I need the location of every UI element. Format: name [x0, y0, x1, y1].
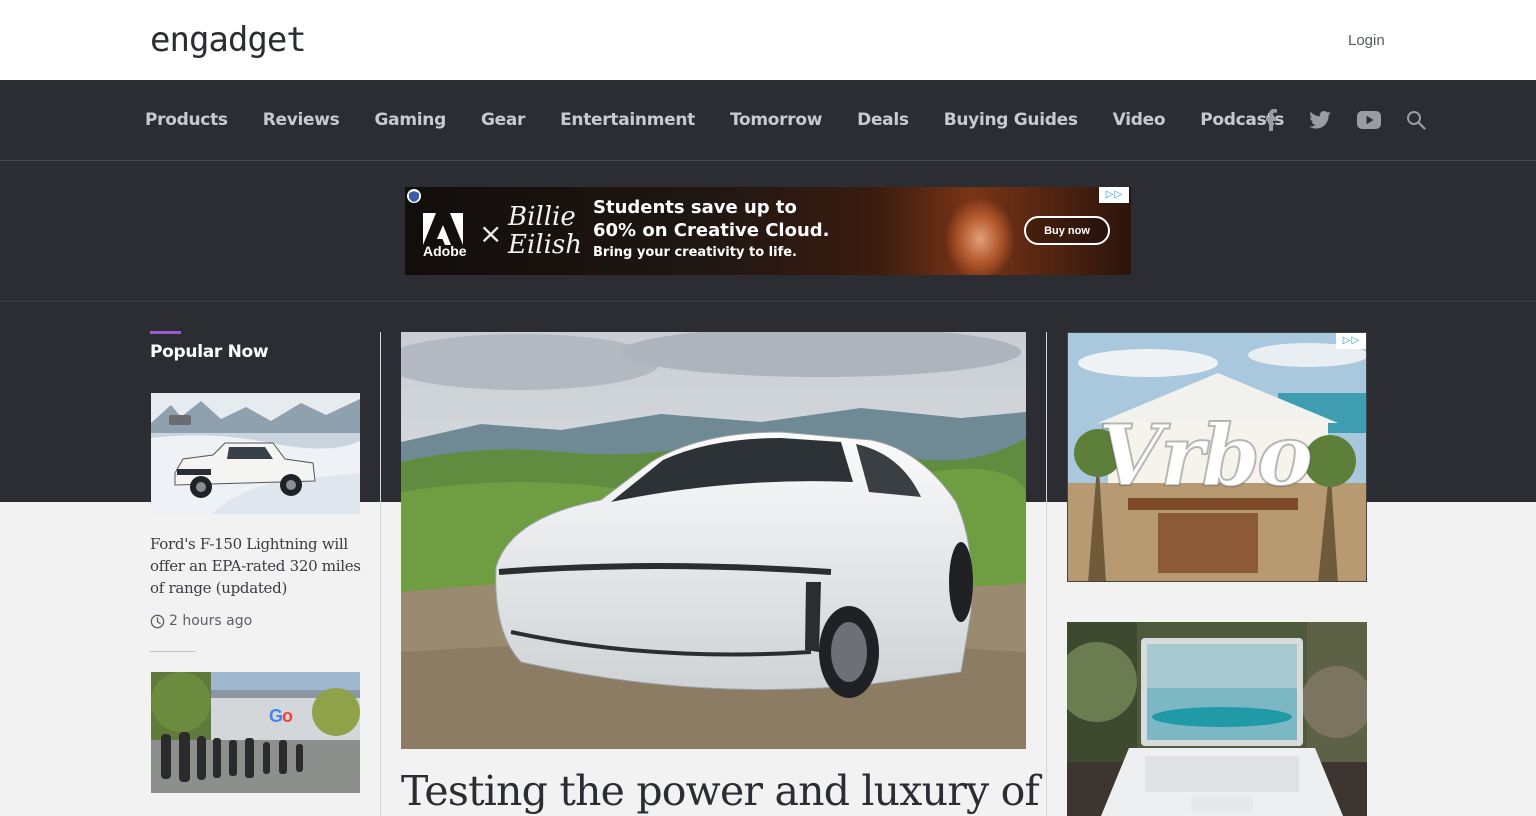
- login-link[interactable]: Login: [1348, 32, 1385, 49]
- nav-item-entertainment[interactable]: Entertainment: [560, 110, 695, 130]
- main-nav: Products Reviews Gaming Gear Entertainme…: [0, 80, 1536, 161]
- facebook-icon[interactable]: [1258, 107, 1284, 133]
- youtube-icon[interactable]: [1356, 107, 1382, 133]
- article-time-text: 2 hours ago: [169, 613, 253, 629]
- ad-headline: Students save up to 60% on Creative Clou…: [593, 196, 830, 242]
- ad-buy-now-button[interactable]: Buy now: [1024, 216, 1110, 245]
- article-title-link[interactable]: Ford's F-150 Lightning will offer an EPA…: [150, 533, 365, 599]
- adchoices-icon-side[interactable]: ▷ ▷: [1336, 333, 1366, 349]
- popular-now-heading: Popular Now: [150, 342, 269, 362]
- ad-collab-x: ×: [479, 217, 503, 250]
- nav-item-deals[interactable]: Deals: [857, 110, 909, 130]
- svg-text:G: G: [269, 706, 283, 726]
- svg-text:o: o: [282, 706, 293, 726]
- search-icon[interactable]: [1403, 107, 1429, 133]
- article-thumbnail-laptop[interactable]: [1067, 622, 1367, 816]
- social-links: [1258, 80, 1429, 160]
- ad-headline-line2: 60% on Creative Cloud.: [593, 220, 830, 241]
- engadget-logo[interactable]: engadget: [150, 21, 307, 59]
- adobe-banner-ad[interactable]: Adobe × Billie Eilish Students save up t…: [405, 187, 1131, 275]
- adchoices-icon[interactable]: ▷ ▷: [1099, 187, 1129, 203]
- nav-item-video[interactable]: Video: [1113, 110, 1166, 130]
- ad-partner: Billie Eilish: [508, 202, 583, 260]
- nav-item-buying-guides[interactable]: Buying Guides: [944, 110, 1078, 130]
- ad-brand: Adobe: [423, 243, 467, 259]
- nav-item-gaming[interactable]: Gaming: [375, 110, 447, 130]
- ad-subline: Bring your creativity to life.: [593, 245, 797, 260]
- column-divider-right: [1046, 332, 1047, 816]
- column-divider-left: [380, 332, 381, 816]
- article-timestamp: 2 hours ago: [150, 613, 252, 629]
- vrbo-logo: Vrbo: [1097, 406, 1314, 505]
- nav-menu: Products Reviews Gaming Gear Entertainme…: [145, 80, 1319, 160]
- top-header: engadget Login: [0, 0, 1536, 80]
- hero-headline[interactable]: Testing the power and luxury of: [401, 765, 1041, 816]
- clock-icon: [150, 614, 165, 628]
- ad-headline-line1: Students save up to: [593, 197, 797, 218]
- nav-item-products[interactable]: Products: [145, 110, 228, 130]
- hero-image-lucid-air[interactable]: [401, 332, 1026, 749]
- band-divider: [0, 301, 1536, 302]
- nav-item-reviews[interactable]: Reviews: [263, 110, 340, 130]
- twitter-icon[interactable]: [1307, 107, 1333, 133]
- article-divider: [150, 651, 196, 652]
- section-accent-bar: [150, 331, 181, 334]
- article-thumbnail-truck[interactable]: [151, 393, 360, 514]
- article-thumbnail-google-campus[interactable]: G o: [151, 672, 360, 793]
- ad-shield-icon: [407, 189, 421, 203]
- nav-item-gear[interactable]: Gear: [481, 110, 525, 130]
- nav-item-tomorrow[interactable]: Tomorrow: [730, 110, 822, 130]
- vrbo-ad[interactable]: Vrbo ▷ ▷: [1067, 332, 1367, 582]
